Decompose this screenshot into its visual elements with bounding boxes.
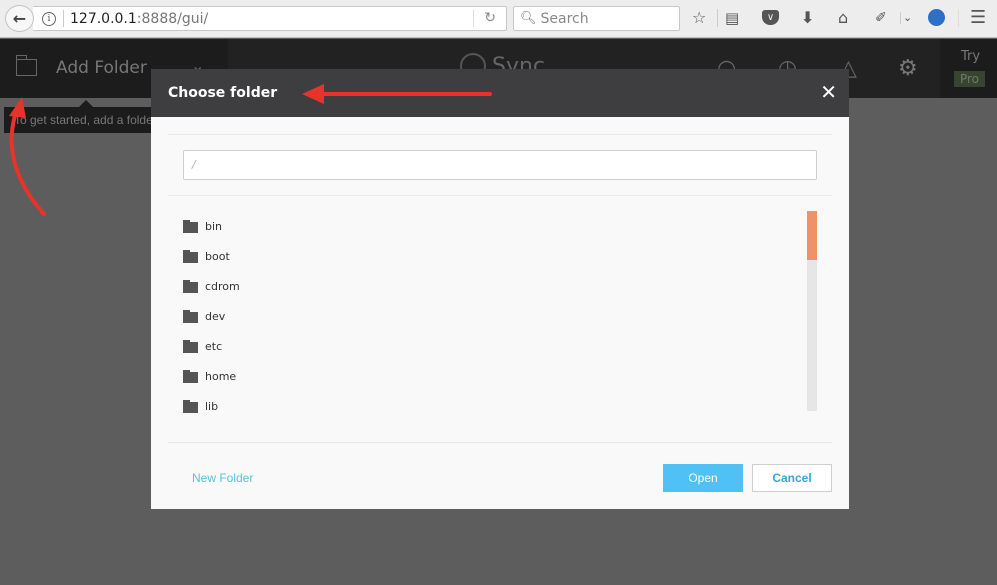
folder-icon [183, 279, 198, 293]
search-input[interactable]: 🔍︎ Search [513, 6, 680, 31]
folder-list-item[interactable]: etc [183, 331, 783, 361]
url-divider [473, 10, 474, 27]
folder-list-item[interactable]: boot [183, 241, 783, 271]
cancel-button[interactable]: Cancel [752, 464, 832, 492]
url-path: :8888/gui/ [136, 10, 209, 27]
folder-list-item[interactable]: dev [183, 301, 783, 331]
folder-name: lib [205, 399, 219, 413]
divider [168, 442, 832, 443]
choose-folder-dialog: Choose folder ✕ / bin boot cdrom dev etc… [151, 69, 849, 509]
folder-name: bin [205, 219, 223, 233]
gear-icon[interactable]: ⚙ [898, 56, 918, 81]
scrollbar-thumb[interactable] [807, 211, 817, 260]
folder-list-item[interactable]: cdrom [183, 271, 783, 301]
hamburger-menu-icon[interactable]: ☰ [970, 8, 986, 28]
folder-name: cdrom [205, 279, 240, 293]
reading-list-icon[interactable]: ▤ [725, 8, 739, 28]
toolbar-separator [717, 9, 718, 27]
url-text[interactable]: 127.0.0.1:8888/gui/ [70, 11, 208, 27]
folder-icon [183, 249, 198, 263]
url-separator [63, 10, 64, 27]
folder-name: etc [205, 339, 223, 353]
toolbar-separator [900, 12, 901, 24]
folder-icon [183, 399, 198, 413]
new-folder-link[interactable]: New Folder [192, 471, 253, 485]
bookmark-star-icon[interactable]: ☆ [692, 8, 706, 28]
info-icon[interactable]: i [42, 11, 56, 26]
folder-icon [183, 339, 198, 353]
pocket-icon[interactable]: ∨ [762, 10, 779, 25]
folder-icon [183, 219, 198, 233]
folder-list: bin boot cdrom dev etc home lib [183, 211, 783, 421]
back-button[interactable]: ← [5, 5, 34, 32]
folder-name: home [205, 369, 237, 383]
profile-globe-icon[interactable] [928, 9, 945, 26]
path-input[interactable]: / [183, 150, 817, 180]
add-folder-label: Add Folder [56, 58, 147, 78]
try-pro-button[interactable]: Try Pro [940, 39, 997, 98]
folder-name: boot [205, 249, 230, 263]
folder-icon [16, 55, 37, 76]
reload-icon[interactable]: ↻ [484, 10, 496, 26]
folder-list-item[interactable]: bin [183, 211, 783, 241]
folder-icon [183, 309, 198, 323]
open-button[interactable]: Open [663, 464, 743, 492]
dialog-header: Choose folder ✕ [151, 69, 849, 117]
divider [168, 195, 832, 196]
search-icon: 🔍︎ [520, 11, 537, 26]
pro-badge: Pro [954, 71, 985, 87]
folder-icon [183, 369, 198, 383]
chevron-down-icon[interactable]: ⌄ [903, 8, 912, 28]
folder-list-item[interactable]: home [183, 361, 783, 391]
folder-name: dev [205, 309, 226, 323]
url-host: 127.0.0.1 [70, 10, 137, 27]
try-label: Try [961, 49, 981, 64]
divider [168, 134, 832, 135]
eyedropper-icon[interactable]: ✐ [875, 8, 887, 28]
url-bar[interactable]: i 127.0.0.1:8888/gui/ ↻ [33, 6, 507, 31]
onboarding-tooltip: To get started, add a folder [4, 107, 164, 133]
close-icon[interactable]: ✕ [820, 81, 837, 103]
back-arrow-icon: ← [12, 9, 27, 28]
search-placeholder: Search [540, 10, 589, 27]
toolbar-separator [958, 9, 959, 27]
dialog-title: Choose folder [168, 85, 278, 101]
folder-list-scrollbar[interactable] [807, 211, 817, 411]
tooltip-caret [79, 100, 93, 107]
download-icon[interactable]: ⬇︎ [801, 8, 814, 28]
folder-list-item[interactable]: lib [183, 391, 783, 421]
browser-toolbar: i 127.0.0.1:8888/gui/ ↻ ← 🔍︎ Search ☆ ▤ … [0, 0, 997, 38]
home-icon[interactable]: ⌂ [838, 8, 848, 28]
